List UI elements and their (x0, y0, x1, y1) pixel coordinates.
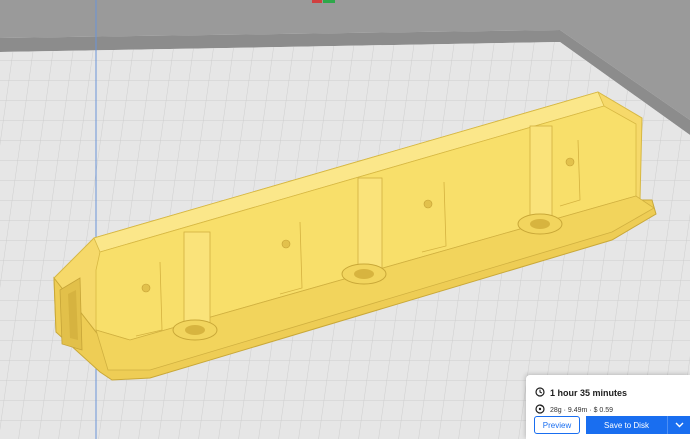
print-summary-panel: 1 hour 35 minutes 28g · 9.49m · $ 0.59 P… (526, 375, 690, 439)
3d-viewport[interactable] (0, 0, 690, 439)
chevron-down-icon[interactable] (668, 422, 690, 428)
save-to-disk-button[interactable]: Save to Disk (586, 416, 690, 434)
x-axis-marker (323, 0, 335, 3)
print-time: 1 hour 35 minutes (550, 388, 628, 398)
clock-icon (535, 384, 545, 402)
print-time-row: 1 hour 35 minutes (535, 384, 627, 402)
save-button-label: Save to Disk (604, 420, 649, 430)
z-axis-marker (312, 0, 322, 3)
preview-button[interactable]: Preview (534, 416, 580, 434)
material-info: 28g · 9.49m · $ 0.59 (550, 406, 614, 414)
preview-button-label: Preview (542, 420, 572, 430)
